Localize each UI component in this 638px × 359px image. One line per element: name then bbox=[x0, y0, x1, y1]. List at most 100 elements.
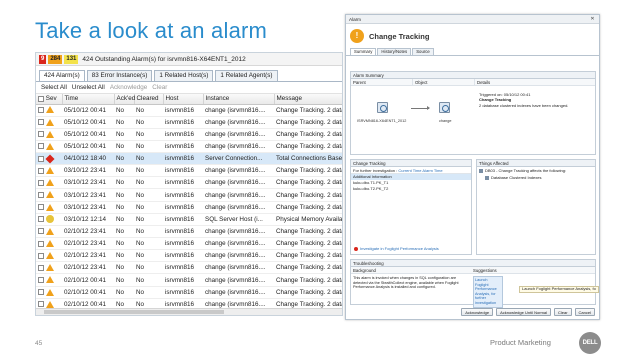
acked-cell: No bbox=[114, 152, 134, 166]
tab-related-agents[interactable]: 1 Related Agent(s) bbox=[215, 70, 278, 81]
host-cell: isrvmn816 bbox=[163, 249, 203, 263]
things-affected-row[interactable]: DB03 - Change Tracking affects the follo… bbox=[477, 167, 595, 174]
row-checkbox[interactable] bbox=[38, 228, 44, 235]
row-checkbox[interactable] bbox=[38, 119, 44, 126]
row-checkbox[interactable] bbox=[38, 155, 44, 162]
info-count-badge[interactable]: 131 bbox=[64, 54, 79, 64]
table-row[interactable]: 03/10/12 23:41 No No isrvmn816 change (isrvm… bbox=[36, 201, 342, 214]
table-row[interactable]: 02/10/12 23:41 No No isrvmn816 change (isrvm… bbox=[36, 261, 342, 275]
acked-cell: No bbox=[114, 188, 134, 202]
column-header-cleared[interactable]: Cleared bbox=[134, 94, 164, 105]
alarm-time-option[interactable]: Alarm Time bbox=[422, 168, 442, 173]
table-row[interactable]: 04/10/12 18:40 No No isrvmn816 Server Connec… bbox=[36, 152, 342, 166]
host-cell: isrvmn816 bbox=[163, 237, 203, 251]
row-checkbox[interactable] bbox=[38, 131, 44, 138]
tab-history-notes[interactable]: History/Notes bbox=[377, 48, 412, 55]
table-row[interactable]: 02/10/12 23:41 No No isrvmn816 change (isrvm… bbox=[36, 237, 342, 251]
warning-icon bbox=[45, 288, 54, 296]
critical-count-badge[interactable]: 9 bbox=[39, 54, 47, 64]
tab-summary[interactable]: Summary bbox=[350, 48, 377, 55]
warning-icon bbox=[45, 252, 54, 260]
message-cell: Change Tracking. 2 databa bbox=[274, 201, 342, 214]
severity-cell bbox=[36, 201, 62, 214]
unselect-all-button[interactable]: Unselect All bbox=[72, 84, 105, 91]
column-header-message[interactable]: Message bbox=[274, 94, 342, 105]
row-checkbox[interactable] bbox=[38, 252, 44, 259]
column-header-host[interactable]: Host bbox=[163, 94, 204, 105]
row-checkbox[interactable] bbox=[38, 106, 44, 113]
time-cell: 04/10/12 18:40 bbox=[62, 152, 114, 166]
column-header-acked[interactable]: Ack'ed bbox=[114, 94, 135, 105]
host-cell: isrvmn816 bbox=[163, 261, 203, 275]
column-header-time[interactable]: Time bbox=[62, 94, 115, 105]
instance-cell: change (isrvmn816.... bbox=[203, 104, 274, 117]
horizontal-scrollbar[interactable] bbox=[36, 308, 342, 315]
row-checkbox[interactable] bbox=[38, 216, 44, 223]
severity-cell bbox=[36, 188, 62, 202]
tab-error-instances[interactable]: 83 Error Instance(s) bbox=[86, 70, 153, 81]
severity-cell bbox=[36, 213, 62, 226]
column-header-sev[interactable]: Sev bbox=[36, 94, 63, 105]
row-checkbox[interactable] bbox=[38, 240, 44, 247]
row-checkbox[interactable] bbox=[38, 289, 44, 296]
table-row[interactable]: 03/10/12 12:14 No No isrvmn816 SQL Server Ho… bbox=[36, 213, 342, 226]
table-row[interactable]: 05/10/12 00:41 No No isrvmn816 change (isrvm… bbox=[36, 128, 342, 141]
header-checkbox[interactable] bbox=[38, 95, 44, 102]
row-checkbox[interactable] bbox=[38, 276, 44, 283]
table-row[interactable]: 02/10/12 23:41 No No isrvmn816 change (isrvm… bbox=[36, 249, 342, 263]
scrollbar-thumb[interactable] bbox=[44, 310, 224, 314]
acked-cell: No bbox=[114, 201, 134, 214]
acknowledge-dialog-button[interactable]: Acknowledge bbox=[461, 308, 494, 316]
clear-dialog-button[interactable]: Clear bbox=[553, 308, 572, 316]
row-checkbox[interactable] bbox=[38, 167, 44, 174]
cleared-cell: No bbox=[134, 176, 163, 190]
instance-cell: change (isrvmn816.... bbox=[203, 164, 274, 178]
clear-button[interactable]: Clear bbox=[152, 84, 167, 91]
table-row[interactable]: 02/10/12 00:41 No No isrvmn816 change (isrvm… bbox=[36, 273, 342, 287]
current-time-option[interactable]: Current Time bbox=[398, 168, 421, 173]
host-cell: isrvmn816 bbox=[163, 140, 203, 154]
suggestion-link[interactable]: Launch Foglight Performance Analysis, fo… bbox=[473, 276, 503, 308]
message-cell: Change Tracking. 2 databa bbox=[274, 261, 342, 275]
table-row[interactable]: 03/10/12 23:41 No No isrvmn816 change (isrvm… bbox=[36, 176, 342, 190]
acknowledge-button[interactable]: Acknowledge bbox=[110, 84, 147, 91]
row-checkbox[interactable] bbox=[38, 179, 44, 186]
table-row[interactable]: 03/10/12 23:41 No No isrvmn816 change (isrvm… bbox=[36, 164, 342, 178]
tab-related-hosts[interactable]: 1 Related Host(s) bbox=[154, 70, 214, 81]
table-row[interactable]: 05/10/12 00:41 No No isrvmn816 change (isrvm… bbox=[36, 140, 342, 154]
row-checkbox[interactable] bbox=[38, 143, 44, 150]
table-row[interactable]: 02/10/12 00:41 No No isrvmn816 change (isrvm… bbox=[36, 286, 342, 299]
row-checkbox[interactable] bbox=[38, 204, 44, 211]
alarm-list-window: 9 284 131 424 Outstanding Alarm(s) for i… bbox=[35, 52, 343, 316]
table-row[interactable]: 02/10/12 23:41 No No isrvmn816 change (isrvm… bbox=[36, 225, 342, 239]
parent-server-icon[interactable] bbox=[377, 102, 388, 113]
host-cell: isrvmn816 bbox=[163, 116, 203, 129]
investigation-text: For further investigation : bbox=[353, 168, 398, 173]
list-item[interactable]: kuku.dbo.T2.PK_T2 bbox=[351, 186, 471, 192]
acknowledge-until-normal-button[interactable]: Acknowledge Until Normal bbox=[496, 308, 551, 316]
tab-source[interactable]: Source bbox=[412, 48, 434, 55]
alarm-table-header: Sev Time Ack'ed Cleared Host Instance Me… bbox=[36, 94, 342, 105]
select-all-button[interactable]: Select All bbox=[41, 84, 67, 91]
severity-cell bbox=[36, 237, 62, 251]
column-header-instance[interactable]: Instance bbox=[203, 94, 275, 105]
table-row[interactable]: 05/10/12 00:41 No No isrvmn816 change (isrvm… bbox=[36, 104, 342, 117]
table-row[interactable]: 03/10/12 23:41 No No isrvmn816 change (isrvm… bbox=[36, 188, 342, 202]
warning-icon bbox=[45, 227, 54, 235]
acked-cell: No bbox=[114, 164, 134, 178]
warning-count-badge[interactable]: 284 bbox=[48, 54, 63, 64]
tab-alarms[interactable]: 424 Alarm(s) bbox=[39, 70, 85, 81]
cleared-cell: No bbox=[134, 286, 163, 299]
cancel-button[interactable]: Cancel bbox=[574, 308, 595, 316]
host-cell: isrvmn816 bbox=[163, 128, 203, 141]
warning-icon bbox=[45, 191, 54, 199]
row-checkbox[interactable] bbox=[38, 264, 44, 271]
row-checkbox[interactable] bbox=[38, 301, 44, 308]
close-icon[interactable]: ✕ bbox=[589, 16, 596, 22]
row-checkbox[interactable] bbox=[38, 191, 44, 198]
database-icon bbox=[479, 168, 483, 173]
things-affected-row[interactable]: Database Clustered Indexes bbox=[477, 174, 595, 181]
table-row[interactable]: 05/10/12 00:41 No No isrvmn816 change (isrvm… bbox=[36, 116, 342, 129]
investigate-link[interactable]: Investigate in Foglight Performance Anal… bbox=[354, 246, 439, 251]
object-database-icon[interactable] bbox=[439, 102, 450, 113]
